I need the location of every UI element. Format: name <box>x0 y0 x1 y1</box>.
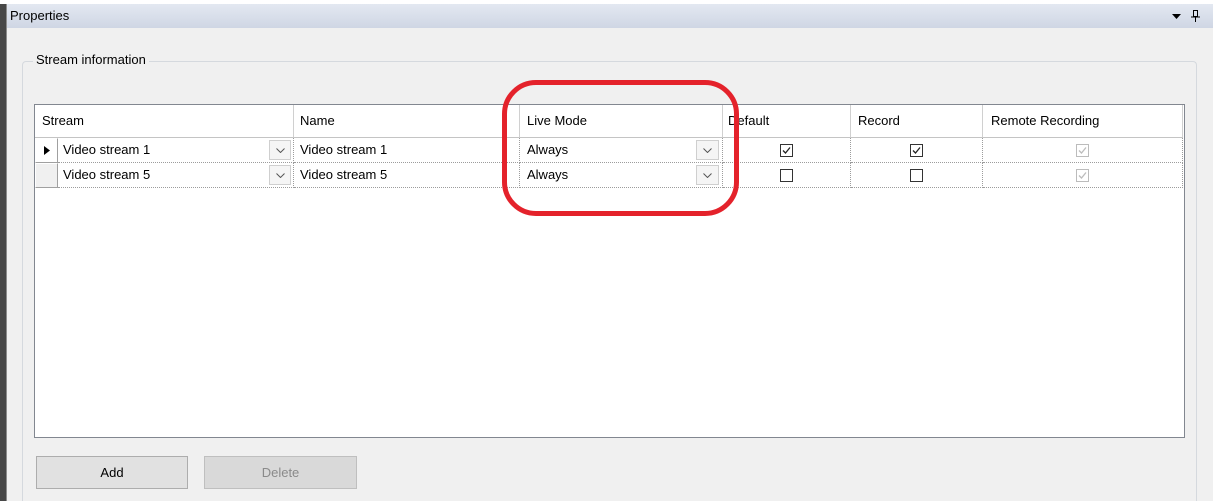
column-header-default[interactable]: Default <box>723 105 851 138</box>
name-value: Video stream 1 <box>300 142 388 157</box>
delete-button[interactable]: Delete <box>204 456 357 489</box>
remote-recording-cell <box>983 138 1183 163</box>
column-header-live-mode[interactable]: Live Mode <box>520 105 723 138</box>
chevron-down-icon <box>275 172 285 178</box>
stream-dropdown-button[interactable] <box>269 140 291 160</box>
live-mode-dropdown-button[interactable] <box>696 165 719 185</box>
live-mode-dropdown-button[interactable] <box>696 140 719 160</box>
remote-recording-checkbox[interactable] <box>1076 143 1089 157</box>
group-label: Stream information <box>33 52 149 68</box>
column-header-label: Name <box>300 113 335 128</box>
default-checkbox[interactable] <box>780 143 793 157</box>
record-cell <box>851 138 983 163</box>
column-header-label: Stream <box>42 113 84 128</box>
row-header[interactable] <box>35 138 58 163</box>
column-header-label: Default <box>728 113 770 128</box>
current-row-arrow-icon <box>44 146 50 155</box>
record-cell <box>851 163 983 188</box>
record-checkbox[interactable] <box>910 143 923 157</box>
default-checkbox[interactable] <box>780 168 793 182</box>
checkmark-icon <box>1078 146 1087 154</box>
properties-content: Stream information Stream Name Live Mode… <box>7 28 1213 501</box>
chevron-down-icon <box>703 172 712 178</box>
stream-value: Video stream 5 <box>63 167 151 182</box>
column-header-remote-recording[interactable]: Remote Recording <box>983 105 1183 138</box>
chevron-down-icon <box>703 147 712 153</box>
live-mode-combobox[interactable]: Always <box>520 163 723 188</box>
remote-recording-checkbox[interactable] <box>1076 168 1089 182</box>
stream-value: Video stream 1 <box>63 142 151 157</box>
live-mode-value: Always <box>527 167 569 182</box>
pin-icon[interactable] <box>1191 10 1200 22</box>
checkmark-icon <box>912 146 921 154</box>
add-button[interactable]: Add <box>36 456 188 489</box>
column-header-label: Record <box>858 113 900 128</box>
chevron-down-icon <box>275 147 285 153</box>
title-bar: Properties <box>7 4 1213 28</box>
dropdown-arrow-icon[interactable] <box>1172 14 1181 20</box>
panel-title: Properties <box>10 8 70 23</box>
stream-combobox[interactable]: Video stream 1 <box>58 138 294 163</box>
checkmark-icon <box>1078 171 1087 179</box>
stream-combobox[interactable]: Video stream 5 <box>58 163 294 188</box>
checkmark-icon <box>782 146 791 154</box>
default-cell <box>723 163 851 188</box>
name-value: Video stream 5 <box>300 167 388 182</box>
column-header-name[interactable]: Name <box>294 105 520 138</box>
window-left-border <box>0 4 7 501</box>
live-mode-value: Always <box>527 142 569 157</box>
column-header-stream[interactable]: Stream <box>35 105 294 138</box>
default-cell <box>723 138 851 163</box>
table-row[interactable]: Video stream 5 Video stream 5 Always <box>35 163 1184 188</box>
streams-grid: Stream Name Live Mode Default Record Rem… <box>34 104 1185 438</box>
name-cell[interactable]: Video stream 1 <box>294 138 520 163</box>
record-checkbox[interactable] <box>910 168 923 182</box>
row-header[interactable] <box>35 163 58 188</box>
table-row[interactable]: Video stream 1 Video stream 1 Always <box>35 138 1184 163</box>
column-header-label: Remote Recording <box>991 113 1100 128</box>
remote-recording-cell <box>983 163 1183 188</box>
live-mode-combobox[interactable]: Always <box>520 138 723 163</box>
column-header-record[interactable]: Record <box>851 105 983 138</box>
stream-dropdown-button[interactable] <box>269 165 291 185</box>
properties-window: Properties Stream information Stream Nam… <box>0 0 1213 501</box>
column-header-label: Live Mode <box>527 113 587 128</box>
name-cell[interactable]: Video stream 5 <box>294 163 520 188</box>
